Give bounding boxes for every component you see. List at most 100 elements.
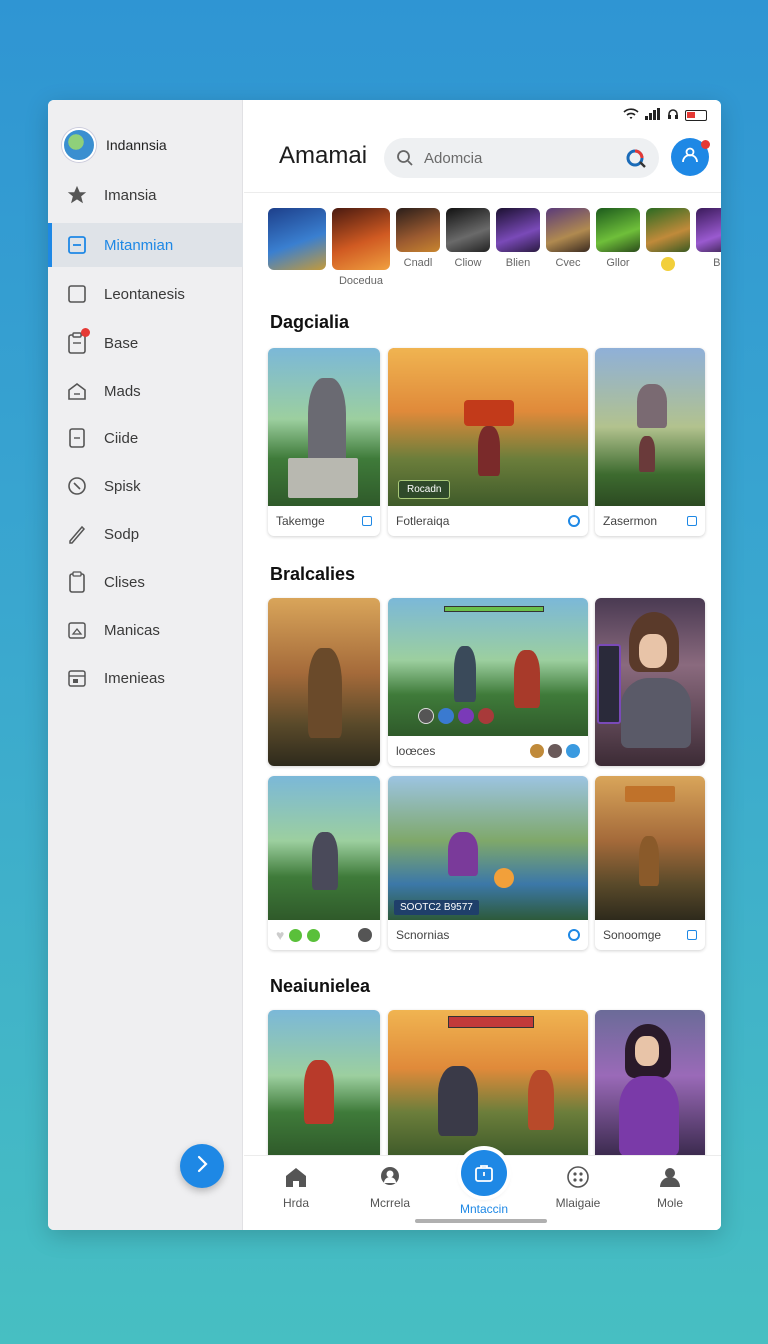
game-chip[interactable]: Cnadl	[396, 208, 440, 287]
sidebar-item-sodp[interactable]: Sodp	[48, 512, 243, 556]
game-hud-label: SOOTC2 B9577	[394, 900, 479, 915]
more-icon[interactable]	[358, 928, 372, 942]
health-bar	[448, 1016, 534, 1028]
game-chip[interactable]: Cvec	[546, 208, 590, 287]
tab-home[interactable]: Hrda	[256, 1164, 336, 1210]
hero-figure	[448, 832, 478, 876]
chevron-right-icon	[193, 1153, 211, 1179]
search-input[interactable]: Adomcia	[384, 138, 659, 178]
game-chip[interactable]: Cliow	[446, 208, 490, 287]
hero-figure	[312, 832, 338, 890]
game-card[interactable]	[268, 1010, 380, 1156]
reaction-icons: ♥	[276, 927, 321, 943]
game-card[interactable]: Zasermon	[595, 348, 705, 536]
notification-badge	[81, 328, 90, 337]
skill-icon[interactable]	[418, 708, 434, 724]
tab-mole[interactable]: Mole	[630, 1164, 710, 1210]
signal-icon	[645, 108, 661, 123]
game-card[interactable]: ●●●● loœces	[388, 598, 588, 766]
game-chip[interactable]	[646, 208, 690, 287]
game-chip[interactable]: Blien	[496, 208, 540, 287]
character-face	[635, 1036, 659, 1066]
game-chip[interactable]: Bi	[696, 208, 721, 287]
game-chip-label: Blien	[505, 257, 531, 269]
logo-shape	[464, 400, 514, 426]
sidebar-item-clises[interactable]: Clises	[48, 560, 243, 604]
game-chip[interactable]: Docedua	[332, 208, 390, 287]
game-chip-label: Cliow	[454, 257, 482, 269]
game-chip-label: Gllor	[606, 257, 630, 269]
select-icon[interactable]	[568, 929, 580, 941]
game-card[interactable]	[595, 598, 705, 766]
game-card[interactable]	[595, 1010, 705, 1156]
skill-icon[interactable]	[438, 708, 454, 724]
game-card[interactable]: SOOTC2 B9577 Scnornias	[388, 776, 588, 950]
sidebar-item-leontanesis[interactable]: Leontanesis	[48, 272, 243, 316]
tab-mcrrela[interactable]: Mcrrela	[350, 1164, 430, 1210]
game-card[interactable]: Sonoomge	[595, 776, 705, 950]
person-pin-icon	[377, 1164, 403, 1190]
card-title: Takemge	[276, 514, 325, 528]
skill-icon[interactable]	[478, 708, 494, 724]
reaction-icon[interactable]	[530, 744, 544, 758]
like-icon[interactable]	[289, 928, 303, 942]
game-thumbnail	[268, 776, 380, 920]
avatar[interactable]	[62, 128, 96, 162]
temple-shape	[637, 384, 667, 428]
character-armor	[619, 1076, 679, 1156]
sidebar-item-base[interactable]: Base	[48, 321, 243, 365]
game-card[interactable]: ♥	[268, 776, 380, 950]
heart-icon[interactable]: ♥	[276, 927, 284, 943]
bookmark-icon[interactable]	[362, 516, 372, 526]
game-card[interactable]	[388, 1010, 588, 1156]
sidebar-item-spisk[interactable]: Spisk	[48, 464, 243, 508]
card-caption: Sonoomge	[595, 920, 705, 950]
skill-icon[interactable]	[458, 708, 474, 724]
game-card[interactable]: Takemge	[268, 348, 380, 536]
star-icon	[66, 184, 88, 206]
reaction-icon[interactable]	[548, 744, 562, 758]
logo-shape	[625, 786, 675, 802]
stairs-shape	[288, 458, 358, 498]
sidebar-item-mads[interactable]: Mads	[48, 369, 243, 413]
card-title: Scnornias	[396, 928, 450, 942]
enemy-figure	[528, 1070, 554, 1130]
select-icon[interactable]	[568, 515, 580, 527]
like-icon[interactable]	[307, 928, 321, 942]
hero-figure	[304, 1060, 334, 1124]
game-thumbnail	[446, 208, 490, 252]
hero-figure	[478, 426, 500, 476]
account-button[interactable]	[671, 138, 710, 176]
sidebar-item-ciide[interactable]: Ciide	[48, 416, 243, 460]
game-thumbnail	[268, 348, 380, 506]
game-thumbnail	[388, 1010, 588, 1156]
sidebar-item-imansia[interactable]: Imansia	[48, 173, 243, 217]
sidebar-item-mitanmian[interactable]: Mitanmian	[48, 223, 243, 267]
battery-icon	[685, 110, 707, 121]
game-chip[interactable]: Gllor	[596, 208, 640, 287]
search-icon	[396, 149, 414, 167]
tab-mlaigaie[interactable]: Mlaigaie	[538, 1164, 618, 1210]
reaction-icon[interactable]	[566, 744, 580, 758]
game-chip[interactable]	[268, 208, 326, 287]
sidebar-item-imenieas[interactable]: Imenieas	[48, 656, 243, 700]
hero-figure	[308, 648, 342, 738]
lens-icon[interactable]	[625, 147, 647, 169]
game-card[interactable]: ●●●● Rocadn Fotleraiqa	[388, 348, 588, 536]
sidebar-header[interactable]: Indannsia	[62, 128, 167, 162]
sidebar-item-manicas[interactable]: Manicas	[48, 608, 243, 652]
game-thumbnail	[496, 208, 540, 252]
calendar-icon	[66, 667, 88, 689]
bookmark-icon[interactable]	[687, 930, 697, 940]
game-action-button[interactable]: Rocadn	[398, 480, 451, 499]
tab-mntaccin[interactable]: Mntaccin	[444, 1150, 524, 1216]
home-icon	[283, 1164, 309, 1190]
tab-label: Mole	[656, 1196, 683, 1210]
sidebar-header-title: Indannsia	[106, 137, 167, 153]
game-chip-label: Cvec	[555, 257, 581, 269]
expand-sidebar-button[interactable]	[180, 1144, 224, 1188]
game-chip-label	[646, 257, 690, 271]
bookmark-icon[interactable]	[687, 516, 697, 526]
character-face	[639, 634, 667, 668]
game-card[interactable]	[268, 598, 380, 766]
